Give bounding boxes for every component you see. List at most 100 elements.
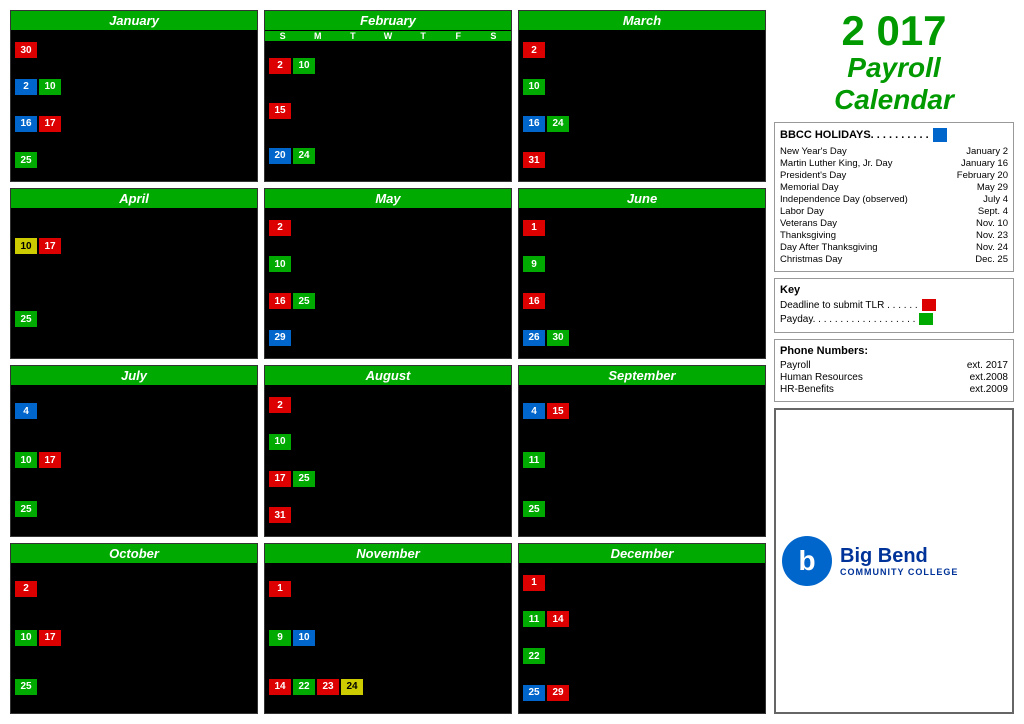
date-row: 14222324 xyxy=(269,679,507,695)
holidays-list: New Year's DayJanuary 2Martin Luther Kin… xyxy=(780,146,1008,265)
date-box: 4 xyxy=(15,403,37,419)
date-row: 1725 xyxy=(269,471,507,487)
key-swatch xyxy=(919,313,933,325)
date-box: 25 xyxy=(15,311,37,327)
date-row: 1 xyxy=(523,575,761,591)
dow-row: SMTWTFS xyxy=(265,31,511,41)
key-swatch xyxy=(922,299,936,311)
blue-holiday-square xyxy=(933,128,947,142)
date-box: 17 xyxy=(39,238,61,254)
date-row: 25 xyxy=(523,501,761,517)
date-row: 210 xyxy=(269,58,507,74)
date-row: 11 xyxy=(523,452,761,468)
date-row: 10 xyxy=(269,434,507,450)
date-box: 29 xyxy=(269,330,291,346)
logo-box: b Big Bend COMMUNITY COLLEGE xyxy=(774,408,1014,714)
logo-sub: COMMUNITY COLLEGE xyxy=(840,567,958,577)
date-row: 1114 xyxy=(523,611,761,627)
holiday-date: February 20 xyxy=(957,170,1008,181)
logo-letter: b xyxy=(798,545,815,577)
date-row: 1625 xyxy=(269,293,507,309)
date-row: 10 xyxy=(269,256,507,272)
holiday-row: Day After ThanksgivingNov. 24 xyxy=(780,242,1008,253)
month-body: 2101725 xyxy=(11,563,257,714)
date-row: 1 xyxy=(523,220,761,236)
date-box: 25 xyxy=(15,152,37,168)
date-row: 15 xyxy=(269,103,507,119)
month-body: 4 1017 25 xyxy=(11,385,257,536)
date-box: 15 xyxy=(547,403,569,419)
dow-cell: T xyxy=(406,31,441,41)
key-title: Key xyxy=(780,284,1008,296)
date-box: 2 xyxy=(523,42,545,58)
month-header: April xyxy=(11,189,257,208)
date-box: 31 xyxy=(269,507,291,523)
title-calendar: Calendar xyxy=(774,84,1014,116)
date-row: 1017 xyxy=(15,238,253,254)
date-box: 16 xyxy=(523,293,545,309)
holiday-row: Labor DaySept. 4 xyxy=(780,206,1008,217)
date-row: 4 xyxy=(15,403,253,419)
phone-list: Payrollext. 2017Human Resourcesext.2008H… xyxy=(780,360,1008,395)
holidays-box: BBCC HOLIDAYS. . . . . . . . . . New Yea… xyxy=(774,122,1014,272)
date-box: 25 xyxy=(293,471,315,487)
date-box: 14 xyxy=(547,611,569,627)
logo-text: Big Bend COMMUNITY COLLEGE xyxy=(840,545,958,577)
date-box: 9 xyxy=(523,256,545,272)
date-row: 2529 xyxy=(523,685,761,701)
date-row: 9 xyxy=(523,256,761,272)
title-year: 2 017 xyxy=(774,10,1014,52)
month-block-may: May 2 10 1625 29 xyxy=(264,188,512,360)
month-body: 2 10 1625 29 xyxy=(265,208,511,359)
holiday-name: Independence Day (observed) xyxy=(780,194,908,205)
month-header: May xyxy=(265,189,511,208)
month-header: December xyxy=(519,544,765,563)
date-row: 415 xyxy=(523,403,761,419)
month-header: January xyxy=(11,11,257,30)
holiday-name: Labor Day xyxy=(780,206,824,217)
holidays-title: BBCC HOLIDAYS. . . . . . . . . . xyxy=(780,129,929,141)
date-box: 14 xyxy=(269,679,291,695)
month-body: 2 10 1725 31 xyxy=(265,385,511,536)
month-block-august: August210172531 xyxy=(264,365,512,537)
month-body: 19162630 xyxy=(519,208,765,359)
right-panel: 2 017 Payroll Calendar BBCC HOLIDAYS. . … xyxy=(774,10,1014,714)
date-row: 25 xyxy=(15,679,253,695)
date-box: 30 xyxy=(15,42,37,58)
date-box: 2 xyxy=(269,220,291,236)
phone-ext: ext.2008 xyxy=(970,372,1008,383)
holiday-date: Nov. 10 xyxy=(976,218,1008,229)
phone-dept: HR-Benefits xyxy=(780,384,834,395)
month-header: July xyxy=(11,366,257,385)
month-block-october: October2101725 xyxy=(10,543,258,715)
date-row: 2 xyxy=(269,397,507,413)
holiday-name: New Year's Day xyxy=(780,146,847,157)
date-box: 30 xyxy=(547,330,569,346)
date-box: 31 xyxy=(523,152,545,168)
date-box: 2 xyxy=(269,58,291,74)
date-box: 10 xyxy=(15,630,37,646)
date-row: 2 xyxy=(523,42,761,58)
phone-box: Phone Numbers: Payrollext. 2017Human Res… xyxy=(774,339,1014,402)
date-box: 17 xyxy=(39,452,61,468)
holiday-name: Thanksgiving xyxy=(780,230,836,241)
date-box: 11 xyxy=(523,611,545,627)
date-box: 23 xyxy=(317,679,339,695)
month-header: March xyxy=(519,11,765,30)
holiday-date: Dec. 25 xyxy=(975,254,1008,265)
date-box: 10 xyxy=(15,452,37,468)
date-row: 25 xyxy=(15,152,253,168)
key-list: Deadline to submit TLR . . . . . .Payday… xyxy=(780,299,1008,325)
date-box: 10 xyxy=(293,58,315,74)
key-row: Deadline to submit TLR . . . . . . xyxy=(780,299,1008,311)
holiday-row: ThanksgivingNov. 23 xyxy=(780,230,1008,241)
date-row: 16 xyxy=(523,293,761,309)
phone-title: Phone Numbers: xyxy=(780,345,1008,357)
date-box: 2 xyxy=(15,79,37,95)
date-row: 2 xyxy=(15,581,253,597)
holiday-date: July 4 xyxy=(983,194,1008,205)
date-row: 31 xyxy=(269,507,507,523)
month-header: November xyxy=(265,544,511,563)
date-box: 25 xyxy=(15,501,37,517)
calendar-section: January30210161725FebruarySMTWTFS2101520… xyxy=(10,10,766,714)
